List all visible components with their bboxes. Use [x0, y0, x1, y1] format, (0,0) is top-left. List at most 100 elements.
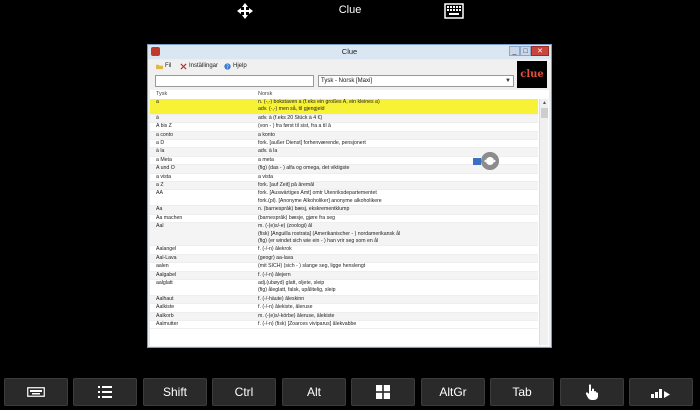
- header-source-language: Tysk: [156, 91, 168, 97]
- translation-line: fork. [außer Dienst] forhenværende, pens…: [258, 140, 366, 147]
- scroll-up-icon[interactable]: ▲: [540, 99, 549, 107]
- list-item[interactable]: Aalkorb m. (-(e)s/-körbe) åleruse, ålekis…: [150, 312, 538, 321]
- list-item[interactable]: Aalhaut f. (-/-häute) åleskinn: [150, 295, 538, 305]
- window-title: Clue: [341, 47, 358, 56]
- entry-translation: (von - ) fra først til sist, fra a til å: [258, 123, 538, 130]
- touch-mode-button[interactable]: [560, 378, 624, 406]
- ctrl-key[interactable]: Ctrl: [212, 378, 276, 406]
- more-options-button[interactable]: [629, 378, 693, 406]
- entry-translation: f. (-/-n) ålekiste, åleruse: [258, 304, 538, 311]
- entry-word: A bis Z: [156, 123, 172, 130]
- minimize-button[interactable]: _: [509, 46, 520, 56]
- hand-pointer-icon: [585, 384, 598, 400]
- entry-translation: (barnespråk) bæsje, gjøre fra seg: [258, 215, 538, 222]
- chevron-down-icon[interactable]: ▼: [504, 77, 512, 85]
- entry-translation: a vista: [258, 174, 538, 181]
- keyboard-icon[interactable]: [444, 3, 464, 19]
- tab-key[interactable]: Tab: [490, 378, 554, 406]
- tools-icon: [180, 63, 187, 70]
- list-item[interactable]: AA fork. [Auswärtiges Amt] omtr Utenriksd…: [150, 190, 538, 207]
- list-item[interactable]: Aal m. (-(e)s/-e) (zoologi) ål (fisk) [Ang…: [150, 223, 538, 247]
- translation-line: f. (-/-n) ålejern: [258, 271, 291, 278]
- list-item[interactable]: Aa machen (barnespråk) bæsje, gjøre fra s…: [150, 214, 538, 224]
- entry-word: Aa machen: [156, 214, 183, 221]
- list-item[interactable]: a D fork. [außer Dienst] forhenværende, p…: [150, 140, 538, 149]
- list-rows: a n. (-,-) bokstaven a (f.eks ein großes …: [150, 99, 538, 330]
- vertical-scrollbar[interactable]: ▲: [539, 99, 548, 345]
- translation-line: fork. [Auswärtiges Amt] omtr Utenriksdep…: [258, 190, 377, 197]
- entry-translation: a konto: [258, 132, 538, 139]
- keyboard-icon: [27, 387, 45, 397]
- translation-line: f. (-/-n) (fisk) [Zoarces viviparus] åle…: [258, 320, 357, 327]
- move-icon[interactable]: [236, 2, 254, 20]
- translation-line: fork. [auf Zeit] på åremål: [258, 182, 315, 189]
- entry-translation: fork. [Auswärtiges Amt] omtr Utenriksdep…: [258, 190, 538, 205]
- search-input[interactable]: [155, 75, 314, 87]
- list-item[interactable]: Aal-Lava (geogr) aa-lava: [150, 254, 538, 264]
- list-item[interactable]: a conto a konto: [150, 131, 538, 141]
- list-item[interactable]: Aalgabel f. (-/-n) ålejern: [150, 271, 538, 280]
- windows-icon: [376, 385, 390, 399]
- list-item[interactable]: a Z fork. [auf Zeit] på åremål: [150, 182, 538, 191]
- list-item[interactable]: a n. (-,-) bokstaven a (f.eks ein großes …: [150, 99, 538, 115]
- entry-word: Aalkorb: [156, 312, 174, 319]
- translation-line: a konto: [258, 131, 276, 138]
- dial-icon[interactable]: [481, 152, 499, 170]
- alt-key[interactable]: Alt: [282, 378, 346, 406]
- entry-translation: fork. [auf Zeit] på åremål: [258, 182, 538, 189]
- window-titlebar[interactable]: Clue _ □ ✕: [148, 45, 551, 59]
- entry-word: Aalangel: [156, 246, 177, 253]
- list-item[interactable]: a vista a vista: [150, 173, 538, 183]
- list-item[interactable]: aalen (mit SICH) (sich - ) slange seg, li…: [150, 263, 538, 272]
- maximize-button[interactable]: □: [520, 46, 531, 56]
- close-button[interactable]: ✕: [531, 46, 549, 56]
- dictionary-list: Tysk Norsk a n. (-,-) bokstaven a (f.eks …: [150, 90, 549, 346]
- translation-line: (von - ) fra først til sist, fra a til å: [258, 123, 331, 130]
- entry-word: a vista: [156, 173, 171, 180]
- entry-word: a: [156, 99, 159, 105]
- word-popup-control[interactable]: [473, 152, 513, 170]
- entry-translation: f. (-/-n) ålejern: [258, 272, 538, 279]
- remote-top-bar: Clue: [0, 0, 700, 22]
- entry-word: A und O: [156, 165, 175, 172]
- translation-line: (fig) (er windet sich wie ein - ) han vr…: [258, 237, 379, 244]
- windows-key[interactable]: [351, 378, 415, 406]
- list-item[interactable]: A bis Z (von - ) fra først til sist, fra …: [150, 123, 538, 132]
- menu-list-button[interactable]: [73, 378, 137, 406]
- svg-text:?: ?: [226, 64, 229, 70]
- list-item[interactable]: aalglatt adj.(ubøyd) glatt, oljete, sleip…: [150, 280, 538, 296]
- entry-translation: f. (-/-häute) åleskinn: [258, 296, 538, 303]
- entry-word: aalglatt: [156, 279, 173, 286]
- entry-word: Aalmutter: [156, 320, 179, 327]
- entry-translation: m. (-(e)s/-körbe) åleruse, ålekiste: [258, 313, 538, 320]
- list-item[interactable]: à adv. à (f.eks 20 Stück à 4 €): [150, 114, 538, 124]
- scroll-thumb[interactable]: [541, 108, 548, 118]
- menu-file-label: Fil: [165, 63, 172, 69]
- translation-line: f. (-/-n) ålekiste, åleruse: [258, 304, 313, 311]
- list-item[interactable]: Aalmutter f. (-/-n) (fisk) [Zoarces vivip…: [150, 320, 538, 330]
- menu-bar: Fil Inställingar ? Hjelp: [148, 60, 551, 72]
- menu-file[interactable]: Fil: [156, 62, 171, 71]
- entry-translation: fork. [außer Dienst] forhenværende, pens…: [258, 140, 538, 147]
- entry-word: Aalgabel: [156, 271, 177, 278]
- keyboard-toggle-button[interactable]: [4, 378, 68, 406]
- list-item[interactable]: Aa n. (barnespråk) bæsj, ekskrementklump: [150, 206, 538, 215]
- translation-line: n. (barnespråk) bæsj, ekskrementklump: [258, 206, 350, 213]
- popup-pin-icon[interactable]: [473, 158, 481, 165]
- clue-window: Clue _ □ ✕ Fil Inställingar ? Hjelp Tysk…: [147, 44, 552, 348]
- menu-help[interactable]: ? Hjelp: [224, 62, 247, 71]
- altgr-key[interactable]: AltGr: [421, 378, 485, 406]
- shift-key[interactable]: Shift: [143, 378, 207, 406]
- language-select[interactable]: Tysk - Norsk [Maxi] ▼: [318, 75, 514, 87]
- entry-word: aalen: [156, 263, 169, 270]
- translation-line: adv. (-,-) men så, til gjengjeld: [258, 106, 325, 113]
- menu-settings[interactable]: Inställingar: [180, 62, 218, 71]
- list-item[interactable]: Aalangel f. (-/-n) ålekrok: [150, 246, 538, 255]
- translation-line: (geogr) aa-lava: [258, 254, 294, 261]
- entry-translation: n. (-,-) bokstaven a (f.eks ein großes A…: [258, 99, 538, 114]
- entry-word: Aal: [156, 223, 164, 230]
- translation-line: f. (-/-n) ålekrok: [258, 246, 292, 253]
- entry-word: Aal-Lava: [156, 254, 177, 261]
- entry-translation: m. (-(e)s/-e) (zoologi) ål (fisk) [Anguil…: [258, 223, 538, 245]
- list-item[interactable]: Aalkiste f. (-/-n) ålekiste, åleruse: [150, 304, 538, 313]
